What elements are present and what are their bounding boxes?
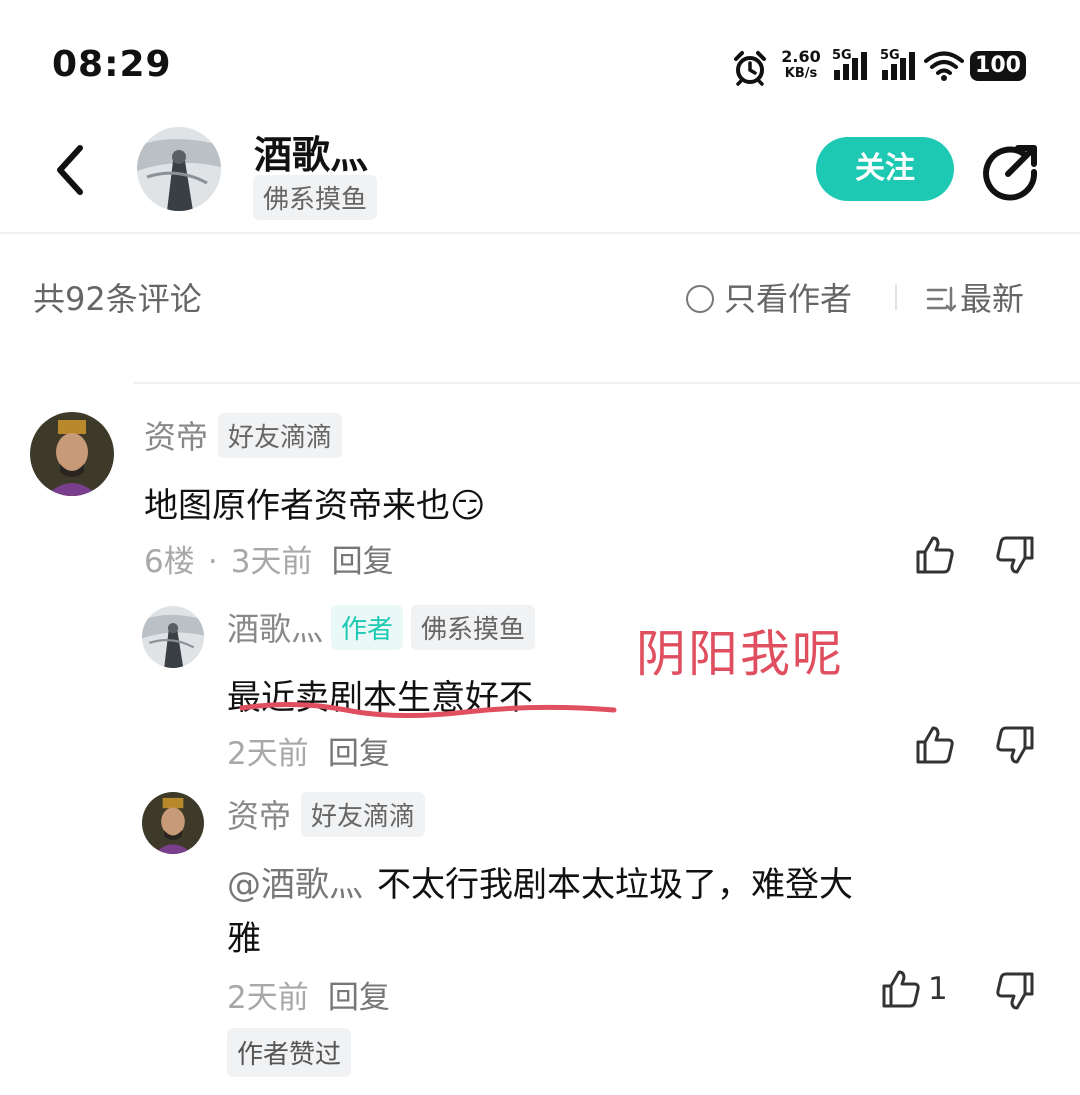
separator: [895, 284, 897, 310]
comment-3-meta: 2天前 回复: [227, 980, 390, 1016]
comment-1-meta: 6楼 · 3天前 回复: [144, 544, 394, 580]
reply-avatar[interactable]: [142, 792, 204, 854]
signal-icon: [882, 52, 915, 80]
reply-button[interactable]: 回复: [332, 544, 394, 580]
comment-1-header: 资帝 好友滴滴: [144, 412, 343, 458]
comment-2-header: 酒歌灬 作者 佛系摸鱼: [227, 604, 536, 650]
reply-avatar[interactable]: [142, 606, 204, 668]
author-avatar[interactable]: [137, 127, 221, 211]
sort-icon: [926, 286, 957, 312]
header-divider: [0, 232, 1080, 234]
ink-painting-avatar: [142, 606, 204, 668]
signal-icon: [834, 52, 867, 80]
comment-1-text: 地图原作者资帝来也😏: [144, 486, 486, 526]
author-badge: 作者: [331, 604, 404, 650]
commenter-name[interactable]: 资帝: [227, 791, 291, 837]
thumbs-up-icon: [882, 970, 920, 1008]
thumbs-down-icon[interactable]: [994, 724, 1036, 766]
emperor-avatar: [30, 412, 114, 496]
comment-2-meta: 2天前 回复: [227, 736, 390, 772]
commenter-name[interactable]: 酒歌灬: [227, 604, 323, 650]
radio-icon: [686, 285, 714, 313]
thumbs-up-icon[interactable]: [914, 534, 956, 576]
back-button[interactable]: [48, 140, 92, 200]
net-speed: 2.60 KB/s: [781, 47, 821, 81]
commenter-name[interactable]: 资帝: [144, 412, 208, 458]
like-button[interactable]: 1: [880, 968, 948, 1010]
thumbs-down-icon[interactable]: [994, 970, 1036, 1012]
list-divider: [133, 382, 1080, 384]
signal-1: 5G: [832, 48, 867, 80]
thumbs-up-icon[interactable]: [914, 724, 956, 766]
like-count: 1: [928, 971, 948, 1007]
status-time: 08:29: [52, 44, 172, 85]
signal-2: 5G: [880, 48, 915, 80]
comment-3-text: @酒歌灬 不太行我剧本太垃圾了，难登大 雅: [227, 865, 853, 959]
battery-indicator: 100: [970, 51, 1026, 81]
commenter-tag: 佛系摸鱼: [411, 604, 536, 650]
commenter-tag: 好友滴滴: [218, 412, 343, 458]
share-icon[interactable]: [980, 140, 1042, 202]
red-annotation: 阴阳我呢: [636, 625, 844, 683]
ink-painting-avatar: [137, 127, 221, 211]
author-liked-tag: 作者赞过: [227, 1028, 352, 1077]
emperor-avatar: [142, 792, 204, 854]
smirk-emoji: 😏: [450, 486, 486, 526]
thumbs-down-icon[interactable]: [994, 534, 1036, 576]
wifi-icon: [924, 51, 964, 81]
reply-button[interactable]: 回复: [328, 736, 390, 772]
red-underline: [239, 701, 617, 719]
author-name[interactable]: 酒歌灬: [254, 124, 368, 179]
reply-button[interactable]: 回复: [328, 980, 390, 1016]
comment-count: 共92条评论: [33, 280, 202, 318]
sort-button[interactable]: 最新: [926, 274, 1024, 320]
commenter-avatar[interactable]: [30, 412, 114, 496]
commenter-tag: 好友滴滴: [301, 791, 426, 837]
follow-button[interactable]: 关注: [816, 137, 954, 201]
author-tag: 佛系摸鱼: [253, 175, 378, 220]
mention-link[interactable]: @酒歌灬: [227, 865, 363, 905]
comment-3-header: 资帝 好友滴滴: [227, 791, 426, 837]
alarm-icon: [734, 51, 766, 86]
only-author-toggle[interactable]: 只看作者: [686, 274, 852, 320]
